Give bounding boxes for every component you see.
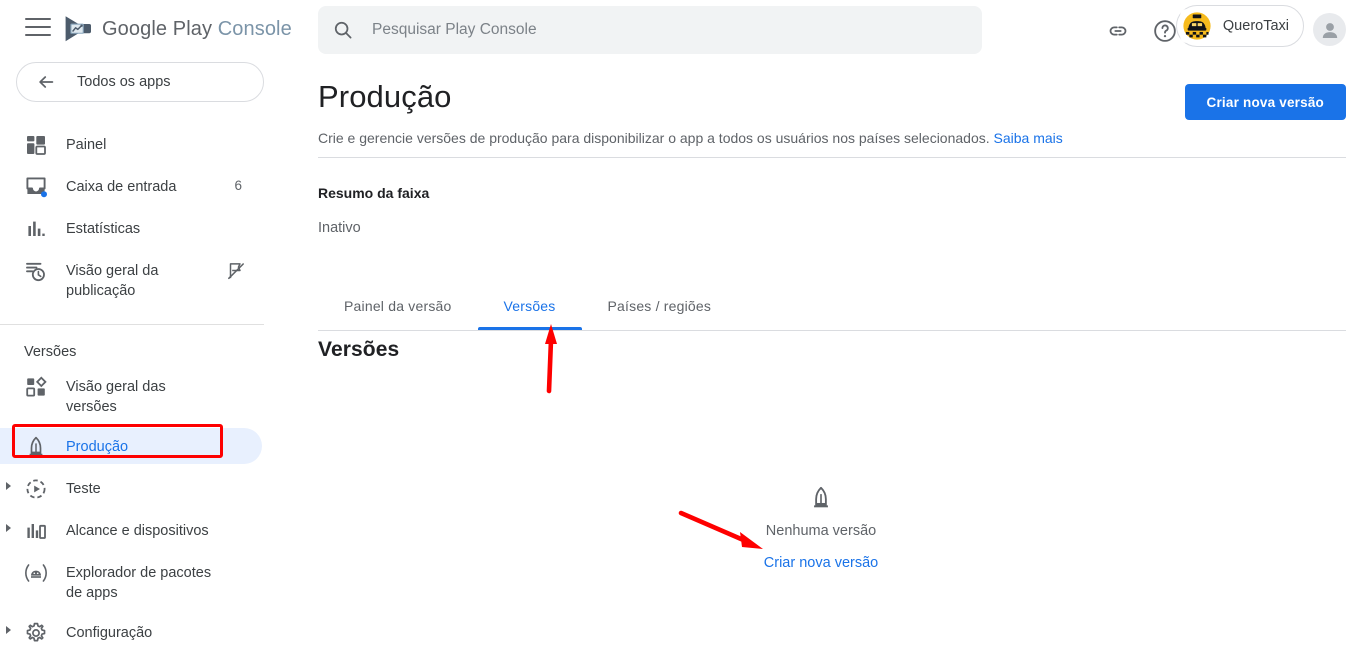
header-divider	[318, 157, 1346, 158]
help-circle-icon[interactable]	[1152, 18, 1178, 44]
sidebar-item-label: Estatísticas	[66, 221, 141, 237]
all-apps-button[interactable]: Todos os apps	[16, 62, 264, 102]
taxi-app-icon	[1179, 9, 1214, 43]
brand-google-play: Google Play	[102, 17, 213, 40]
user-avatar-icon[interactable]	[1313, 13, 1346, 46]
sidebar-item-label: Teste	[66, 481, 101, 497]
rocket-icon	[29, 436, 43, 456]
hamburger-line	[25, 34, 51, 36]
current-app-name: QueroTaxi	[1222, 18, 1289, 34]
page-title: Produção	[318, 79, 452, 114]
sidebar-item-alcance-e-dispositivos[interactable]: Alcance e dispositivos	[0, 510, 288, 552]
google-play-console-logo	[65, 16, 91, 42]
tab-paises-regioes[interactable]: Países / regiões	[582, 282, 738, 330]
sidebar-item-configuracao[interactable]: Configuração	[0, 612, 288, 650]
brand-wordmark: Google Play Console	[102, 18, 292, 41]
chevron-right-icon[interactable]	[6, 482, 11, 490]
sidebar-section-title: Versões	[24, 344, 77, 360]
sidebar-item-label: Visão geral da publicação	[66, 263, 159, 299]
publishing-clock-icon	[26, 262, 45, 282]
releases-overview-icon	[26, 376, 47, 397]
tab-bar: Painel da versão Versões Países / regiõe…	[318, 282, 737, 330]
sidebar: Todos os apps Painel Caixa de entrada 6 …	[0, 60, 288, 650]
empty-state-create-release-link[interactable]: Criar nova versão	[764, 555, 878, 571]
sidebar-nav-primary: Painel Caixa de entrada 6 Estatísticas V…	[0, 124, 288, 310]
sidebar-item-painel[interactable]: Painel	[0, 124, 288, 166]
tab-bar-underline	[318, 330, 1346, 331]
sidebar-item-label: Caixa de entrada	[66, 179, 177, 195]
sidebar-nav-releases: Visão geral das versões Produção Teste A…	[0, 366, 288, 650]
all-apps-label: Todos os apps	[77, 74, 171, 90]
chevron-right-icon[interactable]	[6, 524, 11, 532]
publish-off-icon	[226, 261, 246, 286]
search-bar[interactable]	[318, 6, 982, 54]
sidebar-item-label: Produção	[66, 439, 129, 455]
search-icon	[334, 21, 352, 39]
top-app-bar: Google Play Console Pesquisar Play Conso…	[0, 0, 1354, 60]
tab-versoes[interactable]: Versões	[477, 282, 582, 330]
android-package-icon	[25, 564, 47, 582]
main-content: Produção Crie e gerencie versões de prod…	[288, 60, 1354, 650]
brand-console: Console	[217, 17, 292, 40]
learn-more-link[interactable]: Saiba mais	[994, 130, 1063, 146]
empty-state-text: Nenhuma versão	[765, 523, 877, 539]
sidebar-item-label: Configuração	[66, 625, 153, 641]
inbox-icon	[26, 177, 47, 198]
app-root: Google Play Console Pesquisar Play Conso…	[0, 0, 1354, 650]
track-summary-heading: Resumo da faixa	[318, 185, 430, 201]
section-title-versoes: Versões	[318, 338, 400, 361]
sidebar-item-label: Alcance e dispositivos	[66, 523, 209, 539]
create-new-release-button[interactable]: Criar nova versão	[1184, 84, 1346, 120]
person-glyph-icon	[1322, 22, 1337, 38]
brand-home-link[interactable]: Google Play Console	[62, 14, 292, 44]
sidebar-item-producao[interactable]: Produção	[0, 426, 288, 468]
hamburger-line	[25, 18, 51, 20]
hamburger-line	[25, 26, 51, 28]
search-input[interactable]	[372, 21, 968, 39]
rocket-icon	[808, 485, 834, 516]
link-icon[interactable]	[1106, 19, 1130, 43]
dashboard-icon	[27, 136, 46, 155]
empty-state: Nenhuma versão Criar nova versão	[288, 485, 1354, 571]
current-app-chip[interactable]: QueroTaxi	[1175, 5, 1304, 47]
arrow-back-icon	[39, 76, 54, 88]
statistics-bars-icon	[28, 221, 45, 236]
gear-icon	[26, 622, 46, 642]
sidebar-item-estatisticas[interactable]: Estatísticas	[0, 208, 288, 250]
page-subtitle-text: Crie e gerencie versões de produção para…	[318, 130, 990, 146]
sidebar-item-label: Explorador de pacotes de apps	[66, 565, 212, 601]
hamburger-menu-icon[interactable]	[25, 18, 51, 42]
sidebar-item-explorador-de-pacotes-de-apps[interactable]: Explorador de pacotes de apps	[0, 552, 288, 612]
sidebar-item-caixa-de-entrada[interactable]: Caixa de entrada 6	[0, 166, 288, 208]
chevron-right-icon[interactable]	[6, 626, 11, 634]
tab-painel-da-versao[interactable]: Painel da versão	[318, 282, 478, 330]
page-subtitle: Crie e gerencie versões de produção para…	[318, 128, 1063, 148]
sidebar-item-label: Painel	[66, 137, 107, 153]
sidebar-item-visao-geral-das-versoes[interactable]: Visão geral das versões	[0, 366, 288, 426]
inbox-unread-count: 6	[234, 178, 242, 193]
reach-devices-icon	[27, 524, 46, 539]
sidebar-item-visao-geral-da-publicacao[interactable]: Visão geral da publicação	[0, 250, 288, 310]
test-play-icon	[26, 479, 46, 499]
track-summary-value: Inativo	[318, 220, 361, 236]
sidebar-item-label: Visão geral das versões	[66, 379, 166, 415]
sidebar-item-teste[interactable]: Teste	[0, 468, 288, 510]
